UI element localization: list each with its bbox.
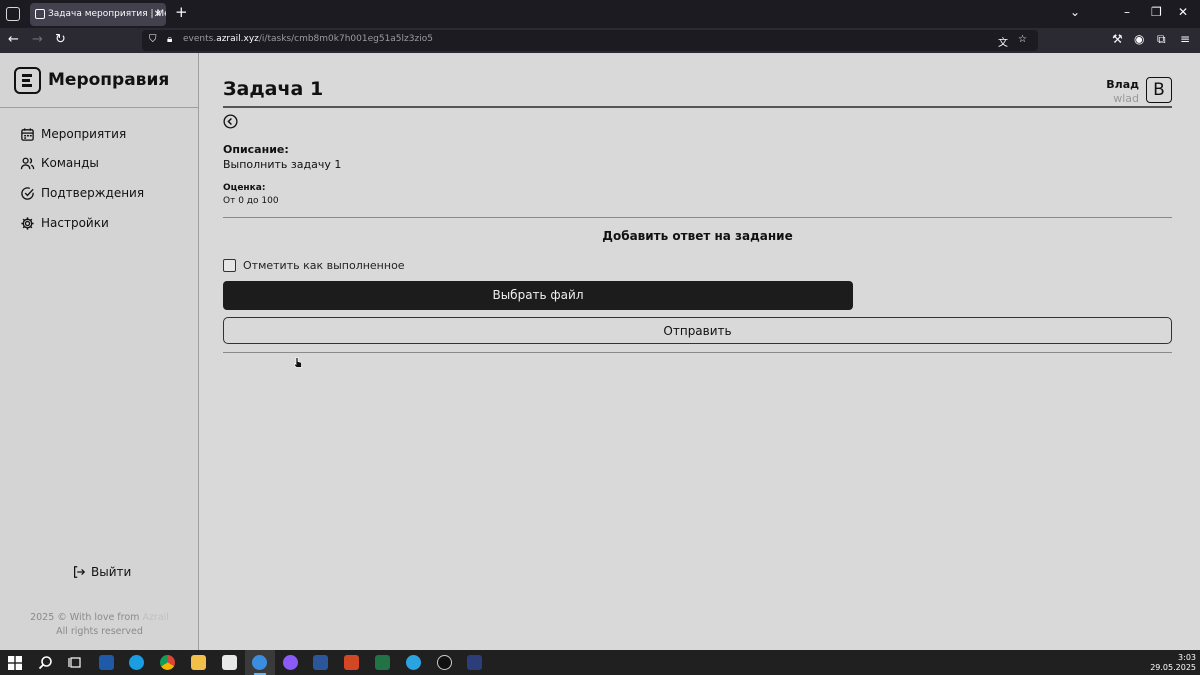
store-icon[interactable]	[222, 655, 237, 670]
sidebar-item-settings[interactable]: Настройки	[20, 213, 109, 233]
sidebar-item-teams[interactable]: Команды	[20, 153, 99, 173]
check-circle-icon	[21, 186, 34, 200]
footer-copyright: 2025 © With love from	[30, 612, 143, 623]
app-icon-2[interactable]	[437, 655, 452, 670]
submit-button[interactable]: Отправить	[223, 317, 1172, 344]
menu-icon[interactable]: ≡	[1180, 32, 1190, 46]
favicon-icon	[35, 9, 45, 19]
sidebar-item-label: Мероприятия	[41, 127, 127, 141]
header-divider	[223, 106, 1172, 108]
close-tab-icon[interactable]: ✕	[154, 3, 162, 26]
section-divider	[223, 217, 1172, 218]
chrome-icon[interactable]	[160, 655, 175, 670]
url-bar[interactable]: ⛉ 🔒︎ events.azrail.xyz/i/tasks/cmb8m0k7h…	[142, 30, 1038, 51]
browser-nav-bar: ← → ↻ ⛉ 🔒︎ events.azrail.xyz/i/tasks/cmb…	[0, 28, 1200, 53]
sidebar-footer: 2025 © With love from Azrail All rights …	[0, 611, 199, 639]
clock-time: 3:03	[1178, 653, 1196, 662]
footer-author-link[interactable]: Azrail	[142, 612, 169, 623]
back-arrow-icon[interactable]: ←	[8, 32, 19, 47]
web-page: Мероправия Мероприятия Команды Подтвержд…	[0, 53, 1200, 650]
sidebar-item-confirmations[interactable]: Подтверждения	[20, 183, 144, 203]
windows-taskbar: 3:03 29.05.2025	[0, 650, 1200, 675]
app-icon-1[interactable]	[99, 655, 114, 670]
user-login: wlad	[1113, 92, 1139, 105]
logout-icon	[74, 566, 86, 578]
sidebar-item-label: Подтверждения	[41, 186, 145, 200]
powerpoint-icon[interactable]	[344, 655, 359, 670]
browser-tab-bar: Задача мероприятия | Мероп... ✕ + ⌄ – ❐ …	[0, 0, 1200, 28]
user-name: Влад	[1106, 78, 1139, 91]
edge-icon[interactable]	[129, 655, 144, 670]
wrench-icon[interactable]: ⚒	[1112, 32, 1123, 46]
tab-title: Задача мероприятия | Мероп...	[48, 9, 166, 19]
firefox-dev-icon[interactable]	[252, 655, 267, 670]
window-close-icon[interactable]: ✕	[1178, 5, 1188, 19]
excel-icon[interactable]	[375, 655, 390, 670]
word-icon[interactable]	[313, 655, 328, 670]
clock-date: 29.05.2025	[1150, 663, 1196, 672]
calendar-icon	[21, 127, 34, 141]
page-title: Задача 1	[223, 78, 324, 100]
back-circle-icon[interactable]	[223, 114, 238, 129]
answer-section-title: Добавить ответ на задание	[602, 229, 793, 243]
system-clock[interactable]: 3:03 29.05.2025	[1150, 653, 1196, 673]
firefox-nightly-icon[interactable]	[283, 655, 298, 670]
sidebar-item-events[interactable]: Мероприятия	[20, 124, 126, 144]
minimize-icon[interactable]: –	[1124, 5, 1130, 19]
tab-list-icon[interactable]	[6, 7, 20, 21]
completed-checkbox[interactable]	[223, 259, 236, 272]
users-icon	[20, 157, 35, 169]
avatar[interactable]: В	[1146, 77, 1172, 103]
description-value: Выполнить задачу 1	[223, 158, 342, 171]
logout-button[interactable]: Выйти	[72, 565, 131, 579]
bookmark-star-icon[interactable]: ☆	[1018, 34, 1027, 45]
completed-checkbox-row[interactable]: Отметить как выполненное	[223, 259, 405, 272]
tab-overflow-chevron-icon[interactable]: ⌄	[1070, 5, 1080, 19]
task-view-icon[interactable]	[68, 655, 83, 670]
translate-icon[interactable]: 文	[998, 34, 1008, 49]
search-icon[interactable]	[38, 655, 53, 670]
reload-icon[interactable]: ↻	[55, 32, 66, 47]
lock-icon[interactable]: 🔒︎	[167, 34, 172, 45]
sidebar-divider	[0, 107, 199, 108]
telegram-icon[interactable]	[406, 655, 421, 670]
sidebar: Мероправия Мероприятия Команды Подтвержд…	[0, 53, 199, 650]
description-label: Описание:	[223, 143, 289, 156]
browser-tab[interactable]: Задача мероприятия | Мероп... ✕	[30, 3, 166, 26]
forward-arrow-icon[interactable]: →	[32, 32, 43, 47]
account-icon[interactable]: ◉	[1134, 32, 1144, 46]
logo-icon[interactable]	[14, 67, 41, 94]
app-icon-3[interactable]	[467, 655, 482, 670]
main-content: Задача 1 Влад wlad В Описание: Выполнить…	[223, 53, 1172, 650]
shield-icon[interactable]: ⛉	[149, 34, 157, 45]
url-text[interactable]: events.azrail.xyz/i/tasks/cmb8m0k7h001eg…	[183, 34, 433, 44]
grade-label: Оценка:	[223, 183, 266, 193]
restore-icon[interactable]: ❐	[1151, 5, 1162, 19]
brand-name[interactable]: Мероправия	[48, 70, 169, 90]
extensions-icon[interactable]: ⧉	[1157, 32, 1166, 47]
gear-icon	[21, 216, 34, 230]
sidebar-item-label: Настройки	[41, 216, 109, 230]
file-explorer-icon[interactable]	[191, 655, 206, 670]
windows-start-icon[interactable]	[8, 655, 22, 670]
completed-checkbox-label[interactable]: Отметить как выполненное	[243, 259, 405, 272]
logout-label: Выйти	[91, 565, 132, 579]
new-tab-icon[interactable]: +	[175, 3, 188, 21]
choose-file-button[interactable]: Выбрать файл	[223, 281, 853, 310]
footer-rights: All rights reserved	[56, 626, 143, 637]
bottom-divider	[223, 352, 1172, 353]
grade-value: От 0 до 100	[223, 196, 279, 206]
mouse-cursor-icon	[294, 357, 302, 368]
sidebar-item-label: Команды	[41, 156, 99, 170]
